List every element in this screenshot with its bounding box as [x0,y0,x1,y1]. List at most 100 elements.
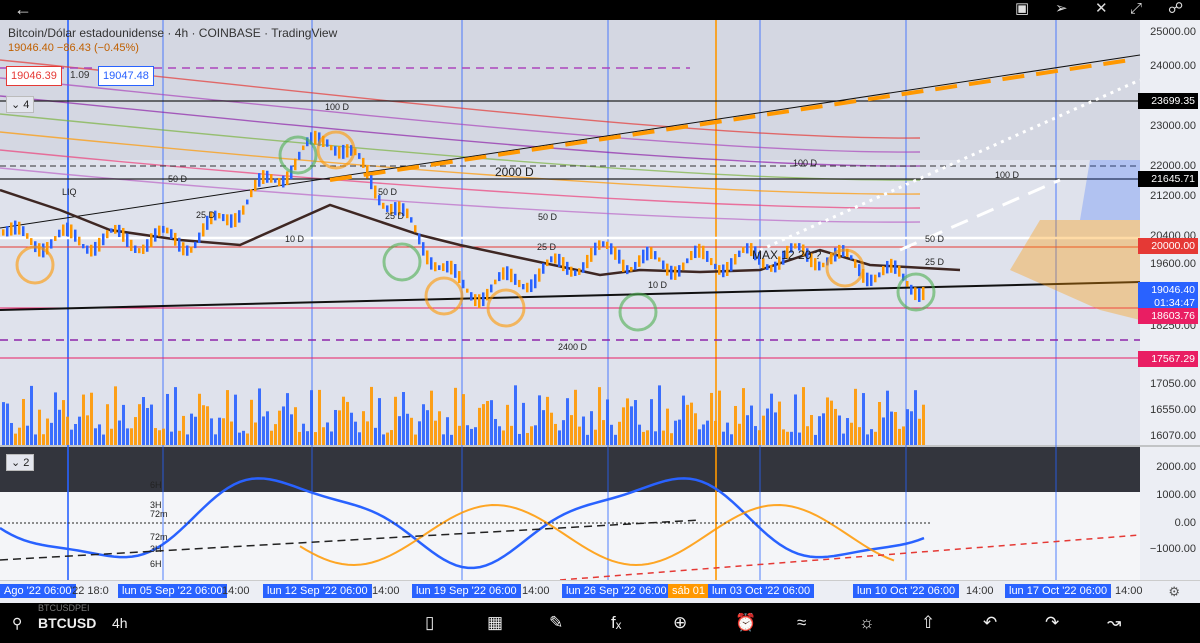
price-axis-label: 24000.00 [1150,60,1196,72]
redo-icon[interactable]: ↷ [1045,613,1059,633]
volume-bar [762,415,765,445]
volume-bar [522,402,525,445]
draw-pencil-icon[interactable]: ✎ [549,613,563,633]
candle [638,255,641,267]
undo-icon[interactable]: ↶ [983,613,997,633]
collapse-icon[interactable]: ⤢ [1130,0,1142,18]
candle [298,151,301,160]
candle [442,263,445,272]
chart-area[interactable]: 100 D 100 D 100 D 2000 D 2400 D 50 D 50 D 50 D 5… [0,20,1200,603]
volume-bar [858,427,861,445]
candle [474,294,477,307]
volume-bar [178,430,181,445]
time-axis-label: lun 10 Oct '22 06:00 [853,584,960,598]
candle [522,283,525,290]
oscillator-panel-index[interactable]: ⌄ 2 [6,454,35,471]
candle [234,213,237,228]
time-axis-label: lun 26 Sep '22 06:00 [562,584,671,598]
volume-bar [578,426,581,445]
candle [626,265,629,275]
volume-bar [606,399,609,445]
ask-price[interactable]: 19047.48 [98,66,154,86]
volume-bar [742,388,745,445]
chart-type-icon[interactable]: ≈ [797,613,806,633]
candle [102,233,105,246]
price-axis-label: 19600.00 [1150,258,1196,270]
time-axis-label: lun 05 Sep '22 06:00 [118,584,227,598]
close-icon[interactable]: ✕ [1095,0,1108,18]
candle [922,286,925,301]
candles-icon[interactable]: ▯ [425,613,434,633]
share-upload-icon[interactable]: ⇧ [921,613,935,633]
price-tag[interactable]: 20000.00 [1138,238,1198,254]
price-tag[interactable]: 21645.71 [1138,171,1198,187]
volume-bar [330,431,333,445]
volume-bar [154,428,157,445]
price-tag[interactable]: 17567.29 [1138,351,1198,367]
volume-bar [86,415,89,445]
candle [74,229,77,242]
candle [574,270,577,276]
volume-bar [690,402,693,445]
candle [618,249,621,264]
volume-bar [2,402,5,445]
candle [198,232,201,244]
time-axis-label: 14:00 [222,585,250,597]
volume-bar [918,418,921,445]
compare-icon[interactable]: ▦ [487,613,503,633]
candle [586,254,589,269]
volume-bar [450,434,453,445]
candle [430,257,433,270]
alert-clock-icon[interactable]: ⏰ [735,613,756,633]
trade-icon[interactable]: ↝ [1107,613,1121,633]
volume-bar [666,408,669,445]
ideas-lightbulb-icon[interactable]: ☼ [859,613,875,633]
volume-bar [386,432,389,445]
price-axis-label: 23000.00 [1150,120,1196,132]
back-arrow-icon[interactable]: ← [14,0,32,18]
main-panel-index[interactable]: ⌄ 4 [6,96,35,113]
candle [218,212,221,219]
symbol-name[interactable]: BTCUSD [38,615,96,631]
time-axis[interactable]: Ago '22 06:00'22 18:0 lun 05 Sep '22 06:0… [0,580,1200,603]
indicators-fx-icon[interactable]: fₓ [611,613,621,633]
volume-bar [706,420,709,445]
price-tag[interactable]: 23699.35 [1138,93,1198,109]
volume-bar [390,430,393,445]
volume-bar [910,411,913,445]
candle [550,256,553,263]
candle [818,261,821,271]
chart-canvas[interactable]: 100 D 100 D 100 D 2000 D 2400 D 50 D 50 D 50 D 5… [0,20,1200,603]
volume-bar [158,430,161,445]
volume-bar [310,390,313,445]
volume-bar [98,424,101,445]
time-axis-label: '22 18:0 [70,585,109,597]
price-tag[interactable]: 18603.76 [1138,308,1198,324]
annotation-label: 10 D [648,280,668,290]
volume-bar [826,397,829,445]
volume-bar [382,434,385,445]
candle [918,287,921,302]
share-icon[interactable]: ☍ [1168,0,1183,18]
volume-bar [882,417,885,445]
candle [510,268,513,283]
settings-gear-icon[interactable]: ⚙ [1168,584,1180,600]
annotation-label: 72m [150,509,168,519]
volume-bar [10,422,13,445]
volume-bar [134,417,137,445]
search-icon[interactable]: ⚲ [12,615,22,632]
pin-icon[interactable]: ➢ [1055,0,1068,18]
volume-bar [582,416,585,445]
candle [286,171,289,186]
screenshot-icon[interactable]: ▣ [1015,0,1029,18]
candle [182,242,185,256]
timeframe[interactable]: 4h [112,615,128,631]
price-axis-label: 21200.00 [1150,190,1196,202]
candle [854,259,857,268]
candle [698,243,701,258]
add-plus-icon[interactable]: ⊕ [673,613,687,633]
symbol-title[interactable]: Bitcoin/Dólar estadounidense · 4h · COIN… [8,26,337,40]
bid-price[interactable]: 19046.39 [6,66,62,86]
volume-bar [94,428,97,445]
volume-bar [82,394,85,445]
